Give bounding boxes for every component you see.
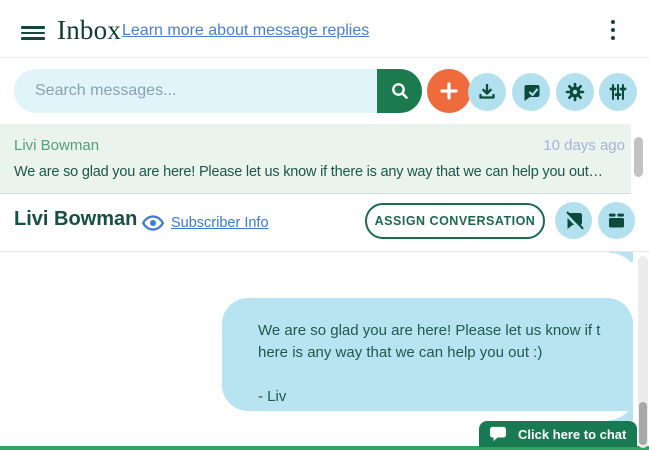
- page-title: Inbox: [57, 15, 121, 45]
- chat-scrollbar-thumb[interactable]: [639, 402, 647, 445]
- click-to-chat-label: Click here to chat: [518, 426, 627, 442]
- add-button[interactable]: [427, 69, 471, 113]
- search-button[interactable]: [377, 69, 422, 113]
- conversation-name: Livi Bowman: [14, 137, 100, 154]
- header: Inbox Learn more about message replies: [0, 0, 649, 58]
- toolbar: [0, 58, 649, 124]
- subscriber-info-link[interactable]: Subscriber Info: [171, 215, 269, 231]
- inbox-app: Inbox Learn more about message replies S…: [0, 0, 649, 450]
- kebab-menu-icon[interactable]: [604, 14, 622, 42]
- search-icon: [389, 80, 411, 102]
- filter-button[interactable]: [599, 73, 637, 111]
- message-bubble: We are so glad you are here! Please let …: [222, 298, 633, 421]
- settings-button[interactable]: [556, 73, 594, 111]
- chat-bubble-icon: [489, 426, 507, 442]
- message-text: We are so glad you are here! Please let …: [258, 322, 601, 405]
- conversation-timestamp: 10 days ago: [543, 137, 625, 154]
- download-button[interactable]: [468, 73, 506, 111]
- assign-conversation-button[interactable]: ASSIGN CONVERSATION: [365, 203, 545, 239]
- mute-conversation-button[interactable]: [555, 202, 592, 239]
- search-input[interactable]: [14, 69, 385, 113]
- learn-more-link[interactable]: Learn more about message replies: [122, 22, 369, 40]
- message-templates-button[interactable]: [512, 73, 550, 111]
- filter-sliders-icon: [608, 82, 628, 102]
- mute-conversation-icon: [563, 210, 584, 231]
- click-to-chat-button[interactable]: Click here to chat: [479, 421, 637, 447]
- search-bar: [14, 69, 422, 113]
- list-scrollbar-thumb[interactable]: [634, 137, 643, 177]
- chat-transcript: We are so glad you are here! Please let …: [0, 252, 649, 446]
- add-icon: [438, 80, 460, 102]
- hamburger-menu-icon[interactable]: [21, 26, 45, 40]
- previous-message-bubble-tail: [609, 252, 633, 262]
- message-check-icon: [521, 82, 541, 102]
- eye-icon[interactable]: [141, 211, 165, 235]
- archive-box-icon: [606, 210, 627, 231]
- archive-conversation-button[interactable]: [598, 202, 635, 239]
- conversation-header: Livi Bowman Subscriber Info ASSIGN CONVE…: [0, 194, 649, 252]
- conversation-list-item[interactable]: Livi Bowman 10 days ago We are so glad y…: [0, 124, 649, 194]
- conversation-preview: We are so glad you are here! Please let …: [14, 164, 603, 180]
- settings-gear-icon: [565, 82, 585, 102]
- subscriber-name: Livi Bowman: [14, 208, 138, 230]
- download-icon: [477, 82, 497, 102]
